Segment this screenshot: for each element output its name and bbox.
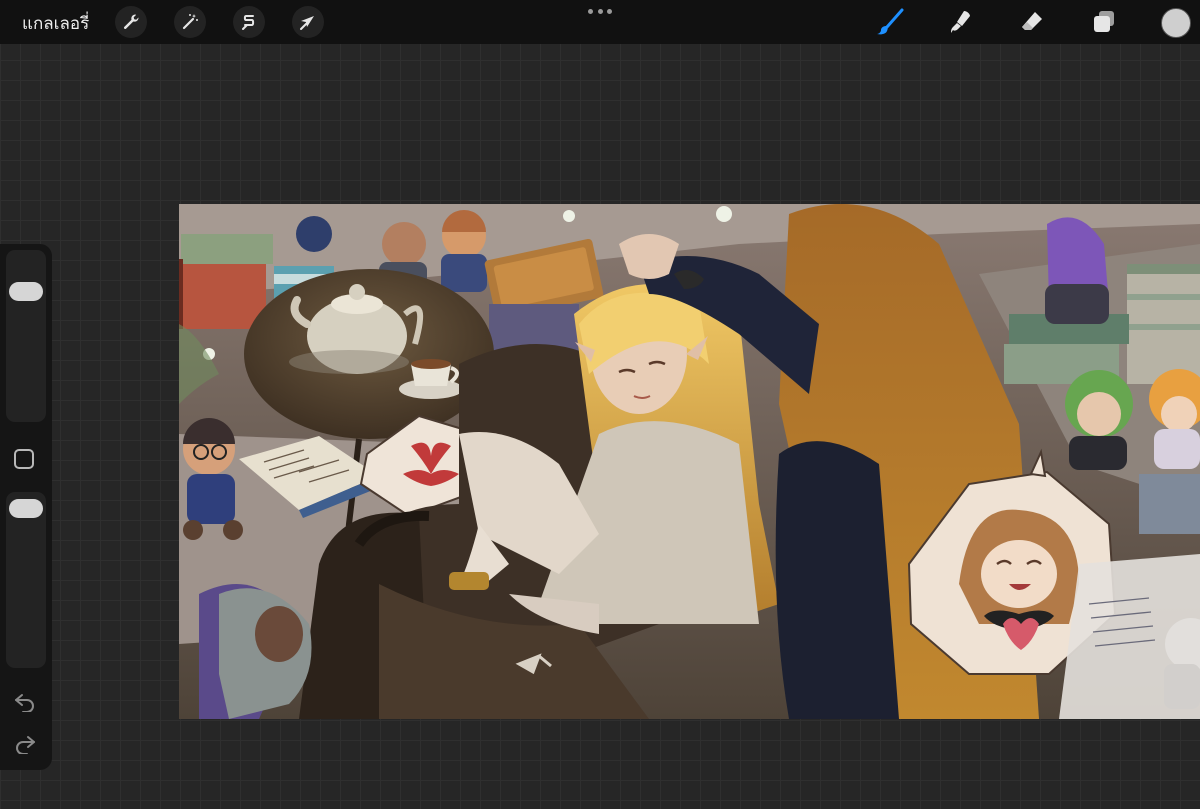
artwork bbox=[179, 204, 1200, 719]
transform-button[interactable] bbox=[292, 6, 324, 38]
brush-size-slider[interactable] bbox=[6, 250, 46, 422]
dot bbox=[607, 8, 612, 14]
brush-tool-button[interactable] bbox=[874, 6, 906, 38]
undo-button[interactable] bbox=[13, 692, 37, 713]
smudge-icon bbox=[951, 11, 970, 33]
eraser-icon bbox=[1022, 12, 1042, 30]
adjustments-button[interactable] bbox=[174, 6, 206, 38]
smudge-tool-button[interactable] bbox=[945, 6, 977, 38]
brush-icon bbox=[877, 8, 904, 35]
color-picker-button[interactable] bbox=[1161, 8, 1191, 38]
gallery-button[interactable]: แกลเลอรี่ bbox=[22, 10, 89, 37]
dot bbox=[588, 8, 593, 14]
redo-button[interactable] bbox=[13, 734, 37, 755]
selection-button[interactable] bbox=[233, 6, 265, 38]
eraser-tool-button[interactable] bbox=[1016, 6, 1048, 38]
dot bbox=[597, 8, 603, 14]
magic-wand-icon bbox=[182, 14, 198, 30]
redo-icon bbox=[16, 736, 35, 755]
selection-icon bbox=[242, 15, 255, 30]
left-sidebar bbox=[0, 244, 52, 770]
transform-arrow-icon bbox=[300, 16, 314, 30]
layers-icon bbox=[1094, 11, 1114, 32]
opacity-slider[interactable] bbox=[6, 492, 46, 668]
modify-button[interactable] bbox=[14, 449, 34, 469]
opacity-thumb[interactable] bbox=[9, 499, 43, 518]
drawing-canvas[interactable] bbox=[179, 204, 1200, 719]
brush-size-thumb[interactable] bbox=[9, 282, 43, 301]
undo-icon bbox=[15, 694, 34, 713]
actions-button[interactable] bbox=[115, 6, 147, 38]
top-toolbar: แกลเลอรี่ bbox=[0, 0, 1200, 44]
more-options-button[interactable] bbox=[588, 4, 612, 18]
layers-button[interactable] bbox=[1088, 6, 1120, 38]
wrench-icon bbox=[123, 14, 139, 30]
